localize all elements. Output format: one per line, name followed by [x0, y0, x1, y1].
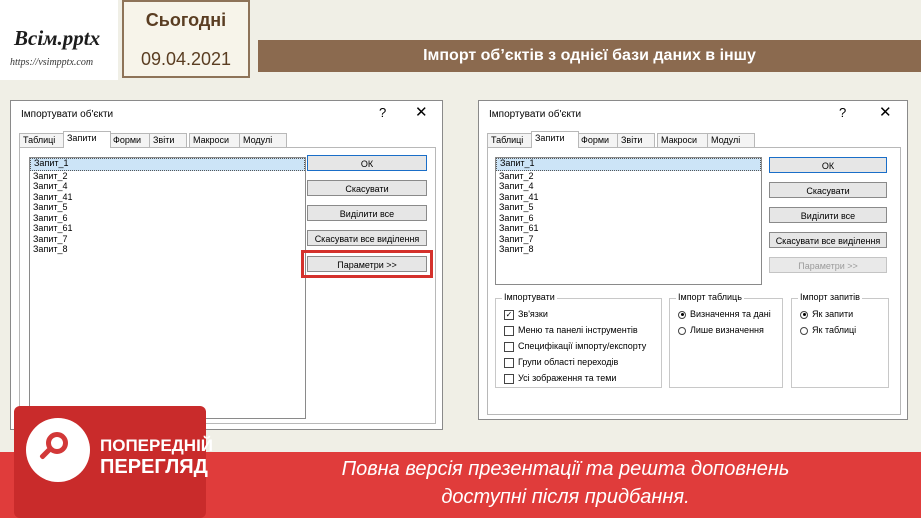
- tab-macros[interactable]: Макроси: [657, 133, 709, 147]
- select-all-button[interactable]: Виділити все: [307, 205, 427, 221]
- import-options-group: Імпортувати ✓ Зв'язки Меню та панелі інст…: [495, 292, 662, 388]
- banner-message-line1: Повна версія презентації та решта доповн…: [341, 458, 790, 480]
- checkbox-icon[interactable]: [504, 341, 514, 352]
- list-item[interactable]: Запит_61: [496, 223, 761, 234]
- list-item[interactable]: Запит_8: [30, 244, 305, 255]
- preview-label-line1: ПОПЕРЕДНІЙ: [100, 436, 214, 455]
- query-list[interactable]: Запит_1 Запит_2 Запит_4 Запит_41 Запит_5…: [495, 157, 762, 285]
- list-item[interactable]: Запит_8: [496, 244, 761, 255]
- list-item[interactable]: Запит_4: [30, 181, 305, 192]
- tab-reports[interactable]: Звіти: [617, 133, 655, 147]
- tab-forms[interactable]: Форми: [109, 133, 151, 147]
- date-box: Сьогодні 09.04.2021: [122, 0, 250, 78]
- list-item[interactable]: Запит_5: [30, 202, 305, 213]
- tab-tables[interactable]: Таблиці: [19, 133, 65, 147]
- checkbox-icon[interactable]: [504, 373, 514, 384]
- slide-title: Імпорт об’єктів з однієї бази даних в ін…: [258, 40, 921, 72]
- ok-button[interactable]: ОК: [307, 155, 427, 171]
- list-item[interactable]: Запит_6: [30, 213, 305, 224]
- option-import-export-specs[interactable]: Специфікації імпорту/експорту: [504, 340, 646, 352]
- option-definition-only[interactable]: Лише визначення: [678, 324, 764, 336]
- list-item[interactable]: Запит_2: [30, 171, 305, 182]
- dialog-title: Імпортувати об'єкти: [489, 109, 582, 120]
- option-as-queries[interactable]: Як запити: [800, 308, 853, 320]
- logo-text: Всім.pptx: [14, 26, 101, 50]
- close-icon[interactable]: ✕: [879, 103, 892, 121]
- logo-url: https://vsimpptx.com: [10, 57, 94, 68]
- close-icon[interactable]: ✕: [415, 103, 428, 121]
- option-images-themes[interactable]: Усі зображення та теми: [504, 372, 616, 384]
- help-icon[interactable]: ?: [839, 105, 846, 120]
- radio-selected-icon[interactable]: [800, 310, 808, 319]
- list-item[interactable]: Запит_1: [496, 158, 761, 171]
- list-item[interactable]: Запит_4: [496, 181, 761, 192]
- checkbox-checked-icon[interactable]: ✓: [504, 309, 514, 320]
- cancel-button[interactable]: Скасувати: [769, 182, 887, 198]
- group-title: Імпорт таблиць: [676, 292, 744, 302]
- option-menus-toolbars[interactable]: Меню та панелі інструментів: [504, 324, 638, 336]
- list-item[interactable]: Запит_7: [30, 234, 305, 245]
- import-queries-group: Імпорт запитів Як запити Як таблиці: [791, 292, 889, 388]
- list-item[interactable]: Запит_1: [30, 158, 305, 171]
- ok-button[interactable]: ОК: [769, 157, 887, 173]
- tab-queries[interactable]: Запити: [531, 131, 579, 148]
- radio-selected-icon[interactable]: [678, 310, 686, 319]
- date-value: 09.04.2021: [140, 49, 232, 69]
- today-label: Сьогодні: [145, 10, 227, 30]
- logo: Всім.pptx https://vsimpptx.com: [0, 0, 118, 80]
- option-definition-and-data[interactable]: Визначення та дані: [678, 308, 771, 320]
- list-item[interactable]: Запит_5: [496, 202, 761, 213]
- tab-macros[interactable]: Макроси: [189, 133, 241, 147]
- import-objects-dialog-right: Імпортувати об'єкти ? ✕ Таблиці Запити Ф…: [478, 100, 908, 420]
- group-title: Імпортувати: [502, 292, 557, 302]
- select-all-button[interactable]: Виділити все: [769, 207, 887, 223]
- radio-icon[interactable]: [800, 326, 808, 335]
- option-as-tables[interactable]: Як таблиці: [800, 324, 856, 336]
- cancel-button[interactable]: Скасувати: [307, 180, 427, 196]
- tab-queries[interactable]: Запити: [63, 131, 111, 148]
- import-objects-dialog-left: Імпортувати об'єкти ? ✕ Таблиці Запити Ф…: [10, 100, 443, 430]
- help-icon[interactable]: ?: [379, 105, 386, 120]
- tab-modules[interactable]: Модулі: [707, 133, 755, 147]
- query-list[interactable]: Запит_1 Запит_2 Запит_4 Запит_41 Запит_5…: [29, 157, 306, 419]
- option-nav-pane-groups[interactable]: Групи області переходів: [504, 356, 618, 368]
- options-button[interactable]: Параметри >>: [769, 257, 887, 273]
- list-item[interactable]: Запит_7: [496, 234, 761, 245]
- deselect-all-button[interactable]: Скасувати все виділення: [769, 232, 887, 248]
- dialog-title: Імпортувати об'єкти: [21, 109, 114, 120]
- checkbox-icon[interactable]: [504, 357, 514, 368]
- list-item[interactable]: Запит_6: [496, 213, 761, 224]
- highlight-frame: [301, 250, 433, 278]
- preview-label-line2: ПЕРЕГЛЯД: [100, 456, 208, 478]
- list-item[interactable]: Запит_61: [30, 223, 305, 234]
- deselect-all-button[interactable]: Скасувати все виділення: [307, 230, 427, 246]
- option-relationships[interactable]: ✓ Зв'язки: [504, 308, 548, 320]
- import-tables-group: Імпорт таблиць Визначення та дані Лише в…: [669, 292, 783, 388]
- tab-forms[interactable]: Форми: [577, 133, 619, 147]
- list-item[interactable]: Запит_2: [496, 171, 761, 182]
- list-item[interactable]: Запит_41: [496, 192, 761, 203]
- tab-reports[interactable]: Звіти: [149, 133, 187, 147]
- magnifier-icon: [26, 418, 90, 482]
- radio-icon[interactable]: [678, 326, 686, 335]
- banner-message-line2: доступні після придбання.: [441, 486, 690, 508]
- tab-modules[interactable]: Модулі: [239, 133, 287, 147]
- list-item[interactable]: Запит_41: [30, 192, 305, 203]
- tab-tables[interactable]: Таблиці: [487, 133, 533, 147]
- checkbox-icon[interactable]: [504, 325, 514, 336]
- group-title: Імпорт запитів: [798, 292, 862, 302]
